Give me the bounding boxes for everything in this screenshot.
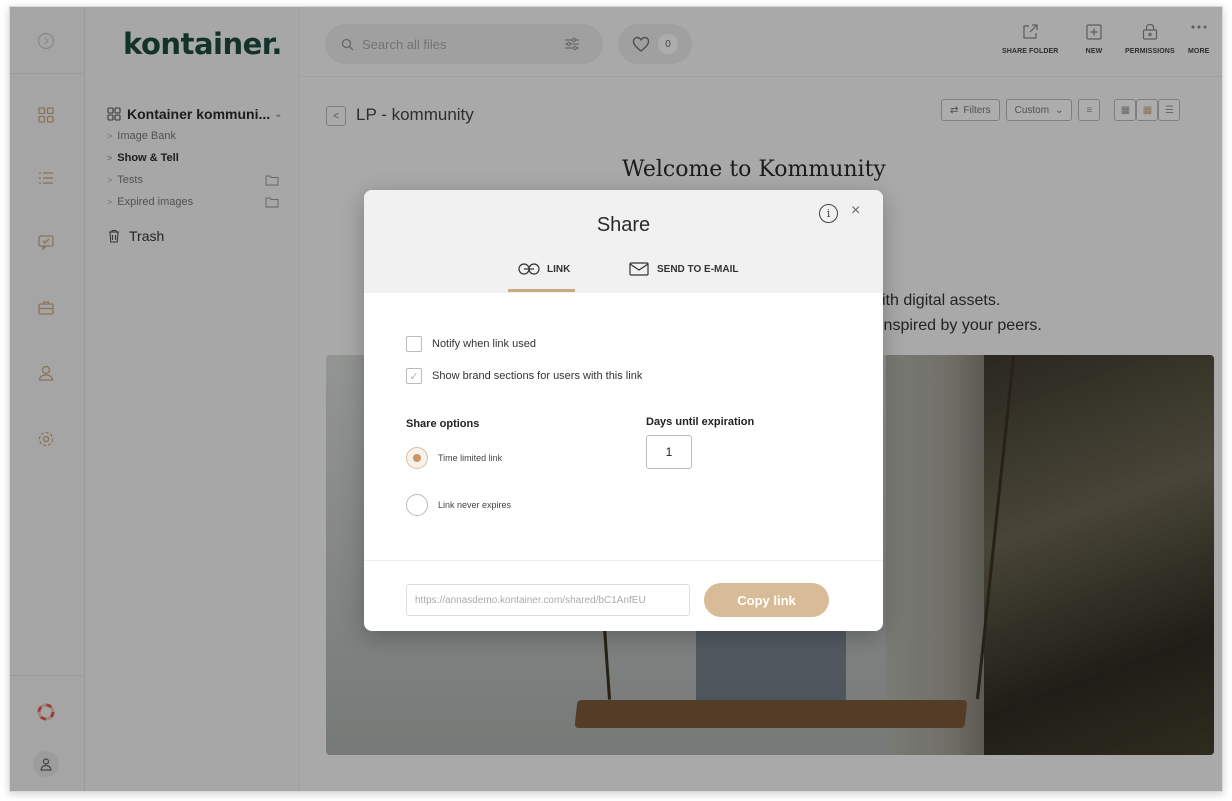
share-dialog: Share i × LINK SEND TO E-MAIL Notify whe… (364, 190, 883, 631)
radio-label: Link never expires (438, 500, 512, 510)
radio-time-limited[interactable]: Time limited link (406, 447, 502, 469)
radio-never-expires[interactable]: Link never expires (406, 494, 511, 516)
share-link-field[interactable]: https://annasdemo.kontainer.com/shared/b… (406, 584, 690, 616)
days-until-expiration-label: Days until expiration (646, 416, 755, 428)
app-window: kontainer. Kontainer kommuni... ⌄ > Imag… (9, 6, 1223, 792)
notify-checkbox[interactable]: Notify when link used (406, 336, 536, 352)
active-tab-indicator (508, 289, 575, 292)
checkbox-label: Notify when link used (432, 338, 536, 350)
dialog-header (364, 190, 883, 293)
tab-label: SEND TO E-MAIL (657, 263, 739, 275)
share-options-label: Share options (406, 418, 480, 430)
link-icon (518, 263, 540, 275)
checkbox-box[interactable] (406, 336, 422, 352)
tab-send-email[interactable]: SEND TO E-MAIL (628, 262, 738, 276)
mail-icon (629, 262, 649, 276)
check-icon: ✓ (409, 370, 419, 383)
radio-circle[interactable] (406, 494, 428, 516)
info-icon[interactable]: i (819, 204, 838, 223)
copy-link-button[interactable]: Copy link (704, 583, 829, 617)
dialog-title: Share (596, 214, 651, 236)
divider (364, 560, 883, 561)
tab-label: LINK (547, 263, 571, 275)
radio-circle[interactable] (406, 447, 428, 469)
close-icon[interactable]: × (851, 202, 860, 220)
checkbox-label: Show brand sections for users with this … (432, 370, 643, 382)
radio-label: Time limited link (438, 453, 503, 463)
days-input[interactable]: 1 (646, 435, 692, 469)
brand-sections-checkbox[interactable]: ✓ Show brand sections for users with thi… (406, 368, 642, 384)
tab-link[interactable]: LINK (518, 262, 570, 276)
checkbox-box[interactable]: ✓ (406, 368, 422, 384)
